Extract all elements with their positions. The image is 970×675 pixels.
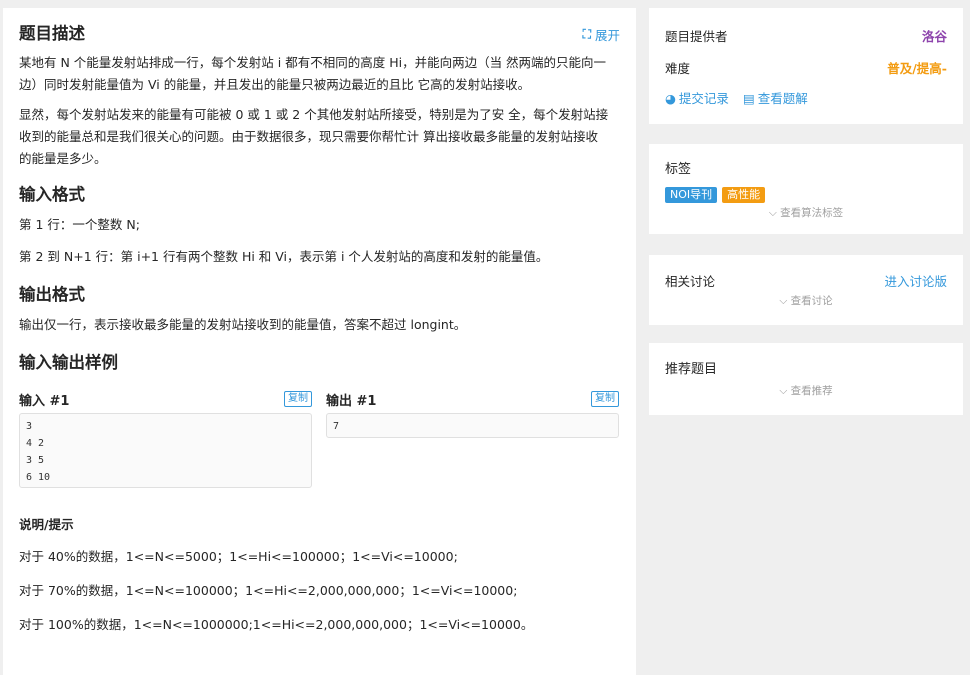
problem-content: 题目描述 ⛶ 展开 某地有 N 个能量发射站排成一行，每个发射站 i 都有不相同… (3, 8, 636, 675)
hint-text: 对于 100%的数据，1<=N<=1000000;1<=Hi<=2,000,00… (19, 617, 534, 632)
provider-label: 题目提供者 (665, 28, 728, 44)
book-icon: ▤ (742, 91, 755, 106)
expand-button[interactable]: ⛶ 展开 (583, 25, 620, 44)
sample-output-label: 输出 #1 (326, 393, 377, 409)
difficulty-label: 难度 (665, 60, 691, 76)
sample-input[interactable]: 3 4 2 3 5 6 10 (19, 413, 312, 488)
output-format-title: 输出格式 (19, 285, 85, 304)
description-text: 边）同时发射能量值为 Vi 的能量，并且发出的能量只被两边最近的且比 它高的发射… (19, 77, 531, 92)
difficulty-badge: 普及/提高- (887, 60, 947, 76)
tags-title: 标签 (665, 162, 692, 177)
show-recommend-button[interactable]: ⌵ 查看推荐 (665, 383, 947, 399)
input-format-text: 第 2 到 N+1 行：第 i+1 行有两个整数 Hi 和 Vi，表示第 i 个… (19, 249, 549, 264)
pie-chart-icon: ◕ (665, 91, 676, 106)
description-text: 某地有 N 个能量发射站排成一行，每个发射站 i 都有不相同的高度 Hi，并能向… (19, 55, 607, 70)
provider-link[interactable]: 洛谷 (922, 26, 947, 45)
tag-list: NOI导刊 高性能 (665, 187, 947, 203)
chevron-down-icon: ⌵ (779, 295, 788, 307)
solutions-link[interactable]: ▤ 查看题解 (743, 88, 808, 107)
description-title: 题目描述 (19, 24, 85, 43)
description-text: 收到的能量总和是我们很关心的问题。由于数据很多，现只需要你帮忙计 算出接收最多能… (19, 129, 598, 144)
samples-title: 输入输出样例 (19, 353, 118, 372)
expand-icon: ⛶ (582, 26, 591, 41)
show-tags-button[interactable]: ⌵ 查看算法标签 (665, 205, 947, 221)
expand-label: 展开 (594, 27, 620, 43)
input-format-text: 第 1 行：一个整数 N; (19, 217, 140, 232)
output-format-text: 输出仅一行，表示接收最多能量的发射站接收到的能量值，答案不超过 longint。 (19, 317, 467, 332)
hint-text: 对于 40%的数据，1<=N<=5000；1<=Hi<=100000；1<=Vi… (19, 549, 458, 564)
recommend-card: 推荐题目 ⌵ 查看推荐 (649, 343, 963, 415)
problem-info-card: 题目提供者 洛谷 难度 普及/提高- ◕ 提交记录 ▤ 查看题解 (649, 8, 963, 124)
tag-badge[interactable]: NOI导刊 (665, 187, 718, 203)
submissions-link[interactable]: ◕ 提交记录 (665, 88, 729, 107)
sample-output[interactable]: 7 (326, 413, 619, 438)
tag-badge[interactable]: 高性能 (722, 187, 766, 203)
recommend-title: 推荐题目 (665, 362, 718, 377)
description-text: 显然，每个发射站发来的能量有可能被 0 或 1 或 2 个其他发射站所接受，特别… (19, 107, 609, 122)
tags-card: 标签 NOI导刊 高性能 ⌵ 查看算法标签 (649, 144, 963, 234)
show-discussion-button[interactable]: ⌵ 查看讨论 (665, 293, 947, 309)
input-format-title: 输入格式 (19, 185, 85, 204)
chevron-down-icon: ⌵ (768, 207, 777, 219)
chevron-down-icon: ⌵ (779, 385, 788, 397)
copy-input-button[interactable]: 复制 (284, 391, 312, 407)
copy-output-button[interactable]: 复制 (591, 391, 619, 407)
hint-title: 说明/提示 (19, 517, 74, 532)
description-text: 的能量是多少。 (19, 151, 107, 166)
enter-discussion-link[interactable]: 进入讨论版 (884, 271, 947, 290)
sample-input-label: 输入 #1 (19, 393, 70, 409)
discussion-card: 相关讨论 进入讨论版 ⌵ 查看讨论 (649, 255, 963, 325)
hint-text: 对于 70%的数据，1<=N<=100000；1<=Hi<=2,000,000,… (19, 583, 518, 598)
discussion-title: 相关讨论 (665, 273, 716, 289)
